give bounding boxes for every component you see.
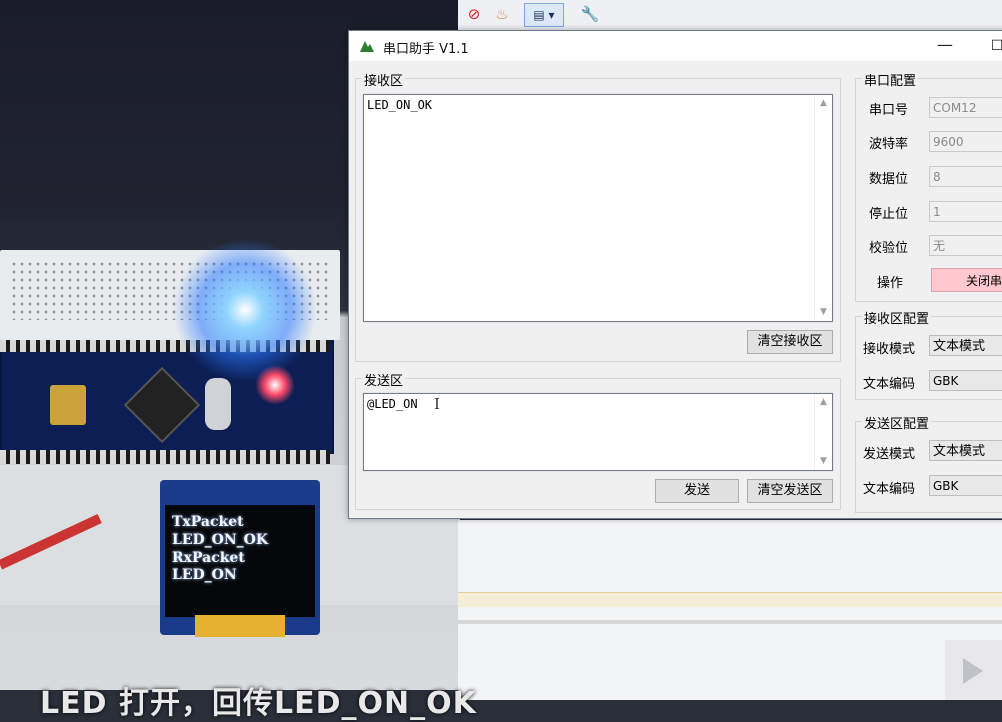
operation-label: 操作 — [877, 276, 904, 291]
clear-send-button[interactable]: 清空发送区 — [747, 479, 833, 503]
ring-icon[interactable]: ⊘ — [462, 3, 486, 25]
send-scrollbar[interactable]: ▲ ▼ — [814, 394, 832, 470]
stopbits-label: 停止位 — [869, 207, 909, 222]
usb-connector — [50, 385, 86, 425]
send-mode-select[interactable]: 文本模式 — [929, 440, 1002, 461]
parity-select[interactable]: 无 — [929, 235, 1002, 256]
port-select[interactable]: COM12 — [929, 97, 1002, 118]
receive-scrollbar[interactable]: ▲ ▼ — [814, 95, 832, 321]
receive-encoding-label: 文本编码 — [863, 377, 916, 392]
text-cursor-icon: I — [434, 395, 440, 413]
send-config-group: 发送区配置 — [855, 413, 1002, 513]
title-bar[interactable]: 串口助手 V1.1 — ☐ — [349, 31, 1002, 61]
scroll-up-icon[interactable]: ▲ — [818, 397, 829, 408]
close-port-button[interactable]: 关闭串 — [931, 268, 1002, 292]
receive-encoding-select[interactable]: GBK — [929, 370, 1002, 391]
send-encoding-label: 文本编码 — [863, 482, 916, 497]
baud-select[interactable]: 9600 — [929, 131, 1002, 152]
play-icon — [963, 658, 983, 684]
wrench-icon[interactable]: 🔧 — [578, 3, 602, 25]
port-label: 串口号 — [869, 103, 909, 118]
maximize-button[interactable]: ☐ — [985, 35, 1002, 57]
receive-mode-select[interactable]: 文本模式 — [929, 335, 1002, 356]
fire-icon[interactable]: ♨ — [490, 3, 514, 25]
databits-select[interactable]: 8 — [929, 166, 1002, 187]
send-group-label: 发送区 — [362, 370, 406, 389]
send-mode-label: 发送模式 — [863, 447, 916, 462]
minimize-button[interactable]: — — [933, 35, 957, 57]
send-button[interactable]: 发送 — [655, 479, 739, 503]
clear-receive-button[interactable]: 清空接收区 — [747, 330, 833, 354]
receive-textbox[interactable]: LED_ON_OK ▲ ▼ — [362, 93, 834, 323]
stopbits-select[interactable]: 1 — [929, 201, 1002, 222]
scroll-up-icon[interactable]: ▲ — [818, 98, 829, 109]
serial-config-label: 串口配置 — [862, 70, 919, 89]
oled-connector — [195, 615, 285, 637]
crystal-oscillator — [205, 378, 231, 430]
red-led-glow — [255, 365, 295, 405]
view-dropdown-icon[interactable]: ▤ ▾ — [524, 3, 564, 27]
oled-line-1: TxPacket — [172, 514, 244, 530]
serial-assistant-window: 串口助手 V1.1 — ☐ 接收区 LED_ON_OK ▲ ▼ 清空接收区 发送… — [348, 30, 1002, 519]
send-config-label: 发送区配置 — [862, 413, 932, 432]
window-title: 串口助手 V1.1 — [383, 42, 469, 57]
header-pins-bottom — [0, 450, 330, 464]
receive-group-label: 接收区 — [362, 70, 406, 89]
oled-line-3: RxPacket — [172, 550, 245, 566]
parity-label: 校验位 — [869, 241, 909, 256]
baud-label: 波特率 — [869, 137, 909, 152]
host-toolbar: ⊘ ♨ ▤ ▾ 🔧 — [458, 0, 1002, 31]
video-subtitle: LED 打开，回传LED_ON_OK — [40, 686, 477, 721]
oled-line-2: LED_ON_OK — [172, 532, 269, 548]
receive-mode-label: 接收模式 — [863, 342, 916, 357]
scroll-down-icon[interactable]: ▼ — [818, 456, 829, 467]
receive-config-label: 接收区配置 — [862, 308, 932, 327]
player-logo — [945, 640, 1002, 700]
receive-text: LED_ON_OK — [367, 98, 433, 112]
host-window-background — [458, 520, 1002, 700]
app-logo-icon — [360, 41, 374, 52]
oled-line-4: LED_ON — [172, 567, 237, 583]
databits-label: 数据位 — [869, 172, 909, 187]
host-separator — [458, 620, 1002, 624]
send-encoding-select[interactable]: GBK — [929, 475, 1002, 496]
send-text: @LED_ON — [367, 397, 418, 411]
scroll-down-icon[interactable]: ▼ — [818, 307, 829, 318]
blue-led-glow — [170, 240, 320, 380]
host-band — [458, 592, 1002, 607]
